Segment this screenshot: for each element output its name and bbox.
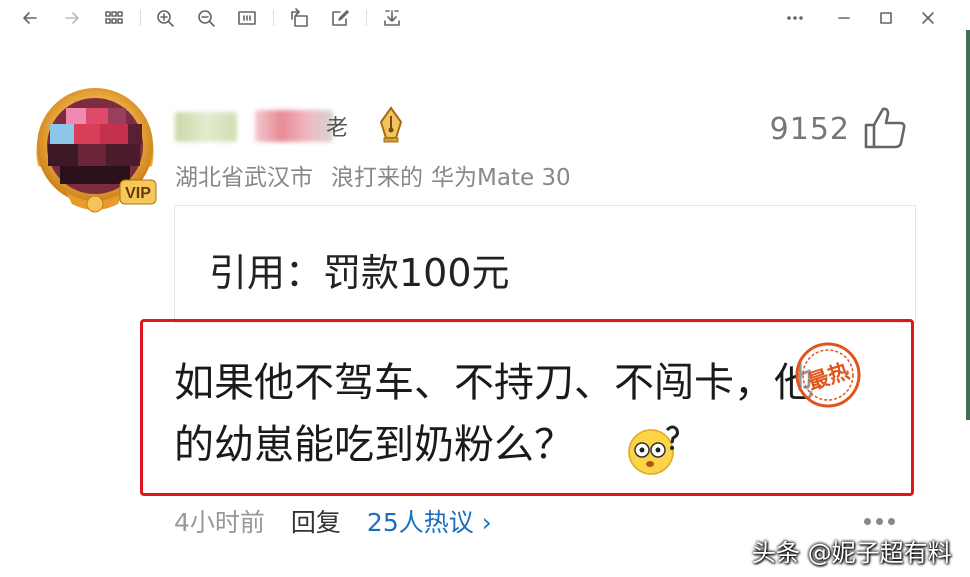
like-count: 9152 (769, 112, 850, 147)
close-icon[interactable] (916, 6, 940, 30)
toolbar-divider (366, 10, 367, 26)
username-suffix: 老 (326, 116, 349, 141)
pen-badge-icon (374, 106, 408, 144)
username-blurred[interactable] (175, 108, 335, 144)
more-options-icon[interactable] (864, 510, 904, 526)
discussion-label: 25人热议 (366, 508, 474, 537)
hot-stamp: 最热 (793, 340, 863, 410)
zoom-in-icon[interactable] (153, 6, 177, 30)
rotate-icon[interactable] (287, 6, 311, 30)
username-blur-block (255, 110, 333, 142)
avatar[interactable]: VIP (26, 80, 164, 218)
post-meta: 湖北省武汉市 浪打来的 华为Mate 30 (175, 158, 589, 192)
comment-footer: 4小时前 回复 25人热议 › (174, 503, 492, 539)
minimize-icon[interactable] (832, 6, 856, 30)
quote-text: 引用：罚款100元 (209, 251, 510, 295)
source-text: 浪打来的 (331, 165, 423, 191)
adjacent-window-edge (966, 30, 970, 420)
watermark: 头条 @妮子超有料 (752, 539, 952, 567)
vip-badge: VIP (125, 185, 151, 202)
confused-emoji-icon (627, 424, 683, 476)
maximize-icon[interactable] (874, 6, 898, 30)
thumbs-up-icon[interactable] (862, 105, 908, 151)
post-time: 4小时前 (174, 508, 265, 537)
reply-button[interactable]: 回复 (291, 508, 341, 537)
chevron-right-icon: › (481, 508, 492, 537)
download-icon[interactable] (380, 6, 404, 30)
viewer-toolbar (0, 0, 970, 36)
username-blur-block (175, 112, 237, 142)
back-icon[interactable] (18, 6, 42, 30)
quoted-comment: 引用：罚款100元 (174, 205, 916, 323)
toolbar-divider (140, 10, 141, 26)
fit-screen-icon[interactable] (235, 6, 259, 30)
toolbar-divider (273, 10, 274, 26)
discussion-link[interactable]: 25人热议 › (367, 508, 492, 537)
location-text: 湖北省武汉市 (175, 165, 313, 191)
apps-grid-icon[interactable] (102, 6, 126, 30)
more-icon[interactable] (783, 6, 807, 30)
forward-icon[interactable] (60, 6, 84, 30)
edit-icon[interactable] (328, 6, 352, 30)
comment-line: 的幼崽能吃到奶粉么？ (174, 422, 574, 468)
zoom-out-icon[interactable] (194, 6, 218, 30)
device-text: 华为Mate 30 (431, 165, 571, 191)
